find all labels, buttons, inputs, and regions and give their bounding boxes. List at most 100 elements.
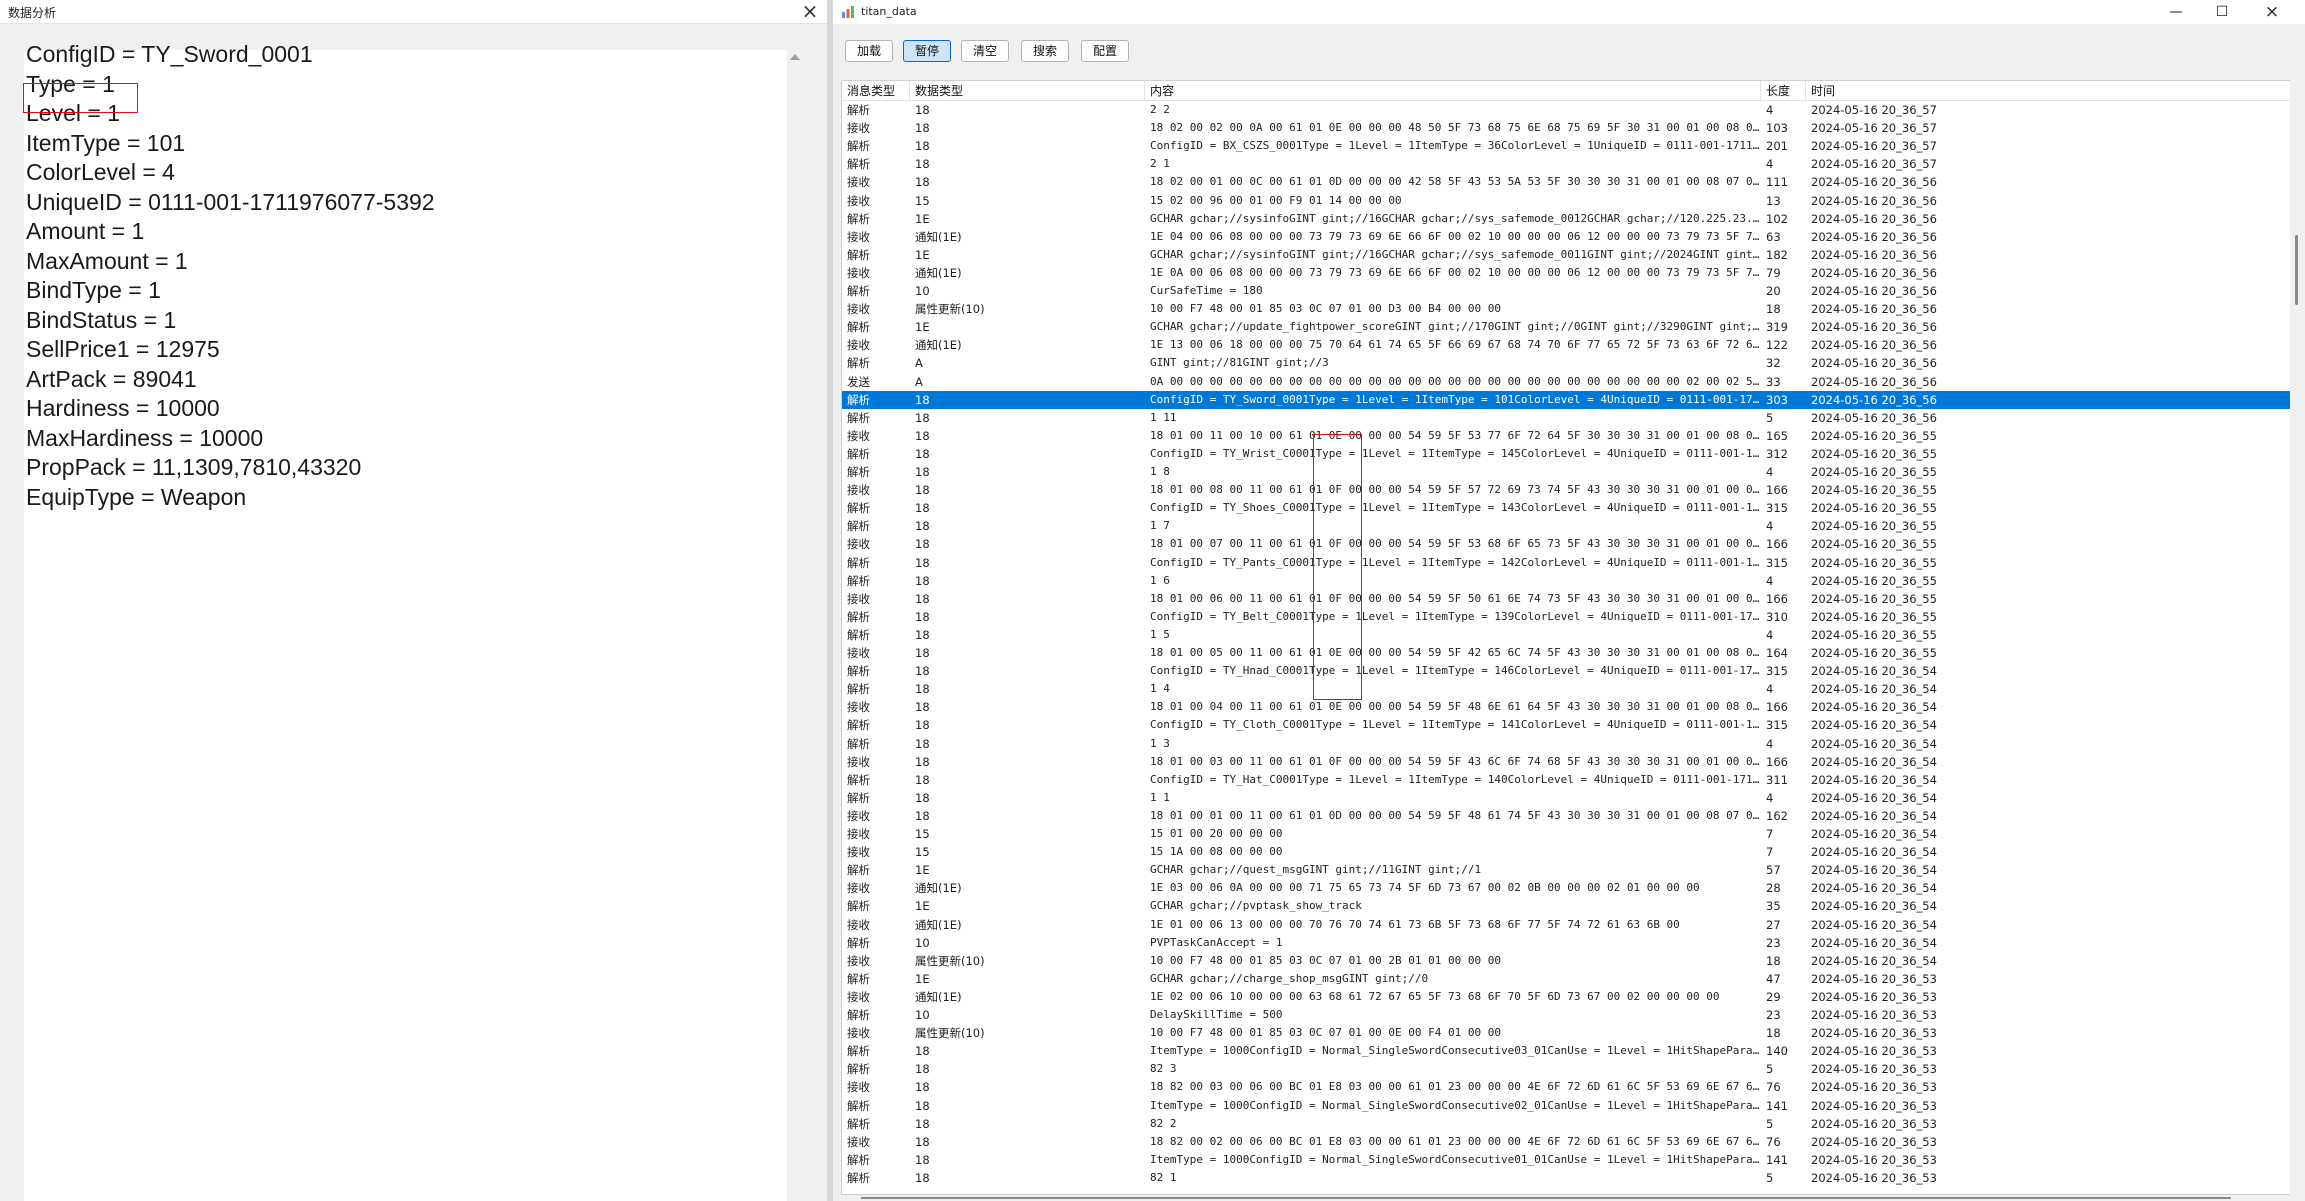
column-header-time[interactable]: 时间 [1806,81,2056,101]
close-icon[interactable]: × [2249,0,2295,24]
table-row[interactable]: 解析 1E GCHAR gchar;//charge_shop_msgGINT gi… [842,970,2296,988]
column-header-data-type[interactable]: 数据类型 [910,81,1145,101]
table-row[interactable]: 接收 通知(1E) 1E 03 00 06 0A 00 00 00 71 75 65… [842,879,2296,897]
table-row[interactable]: 接收 通知(1E) 1E 0A 00 06 08 00 00 00 73 79 73… [842,264,2296,282]
table-vertical-scrollbar[interactable] [2290,80,2305,1195]
table-row[interactable]: 接收 通知(1E) 1E 01 00 06 13 00 00 00 70 76 70… [842,916,2296,934]
cell-msg-type: 接收 [847,537,870,552]
table-row[interactable]: 解析 18 ConfigID = TY_Pants_C0001Type = 1Lev… [842,554,2296,572]
table-row[interactable]: 解析 18 ItemType = 1000ConfigID = Normal_Sin… [842,1097,2296,1115]
table-row[interactable]: 接收 18 18 01 00 08 00 11 00 61 01 0F 00 00 … [842,481,2296,499]
cell-length: 57 [1766,863,1781,878]
table-row[interactable]: 解析 18 ItemType = 1000ConfigID = Normal_Sin… [842,1151,2296,1169]
table-row[interactable]: 解析 18 2 1 4 2024-05-16 20_36_57 [842,155,2296,173]
load-button[interactable]: 加载 [845,40,893,62]
cell-msg-type: 解析 [847,1098,870,1113]
table-row[interactable]: 解析 18 1 8 4 2024-05-16 20_36_55 [842,463,2296,481]
table-row[interactable]: 解析 18 ConfigID = TY_Cloth_C0001Type = 1Lev… [842,716,2296,734]
cell-content: ItemType = 1000ConfigID = Normal_SingleS… [1150,1152,1761,1166]
cell-msg-type: 解析 [847,1170,870,1185]
table-row[interactable]: 解析 1E GCHAR gchar;//sysinfoGINT gint;//16G… [842,246,2296,264]
table-row[interactable]: 解析 18 1 4 4 2024-05-16 20_36_54 [842,680,2296,698]
cell-length: 4 [1766,573,1774,588]
column-header-msg-type[interactable]: 消息类型 [842,81,910,101]
cell-time: 2024-05-16 20_36_53 [1811,1062,1937,1077]
table-row[interactable]: 解析 18 ConfigID = TY_Belt_C0001Type = 1Leve… [842,608,2296,626]
table-row[interactable]: 接收 属性更新(10) 10 00 F7 48 00 01 85 03 0C 07 … [842,300,2296,318]
table-row[interactable]: 解析 18 1 11 5 2024-05-16 20_36_56 [842,409,2296,427]
table-row[interactable]: 接收 18 18 02 00 01 00 0C 00 61 01 0D 00 00 … [842,173,2296,191]
table-row[interactable]: 接收 通知(1E) 1E 02 00 06 10 00 00 00 63 68 61… [842,988,2296,1006]
table-row[interactable]: 接收 18 18 82 00 03 00 06 00 BC 01 E8 03 00 … [842,1078,2296,1096]
table-row[interactable]: 解析 18 1 7 4 2024-05-16 20_36_55 [842,517,2296,535]
table-row[interactable]: 接收 18 18 01 00 06 00 11 00 61 01 0F 00 00 … [842,590,2296,608]
table-row[interactable]: 解析 18 ConfigID = BX_CSZS_0001Type = 1Level… [842,137,2296,155]
cell-data-type: 18 [915,392,930,407]
property-text-area[interactable]: ConfigID = TY_Sword_0001 Type = 1 Level = … [24,41,787,1201]
minimize-icon[interactable]: — [2153,0,2199,24]
property-scrollbar[interactable] [787,50,803,1201]
table-row[interactable]: 解析 18 1 5 4 2024-05-16 20_36_55 [842,626,2296,644]
scrollbar-thumb[interactable] [2295,235,2298,305]
table-row[interactable]: 发送 A 0A 00 00 00 00 00 00 00 00 00 00 00 0… [842,373,2296,391]
table-row[interactable]: 接收 18 18 02 00 02 00 0A 00 61 01 0E 00 00 … [842,119,2296,137]
table-row[interactable]: 接收 18 18 01 00 05 00 11 00 61 01 0E 00 00 … [842,644,2296,662]
table-row[interactable]: 解析 18 ConfigID = TY_Hat_C0001Type = 1Level… [842,771,2296,789]
search-button[interactable]: 搜索 [1021,40,1069,62]
table-row[interactable]: 解析 18 ConfigID = TY_Hnad_C0001Type = 1Leve… [842,662,2296,680]
table-row[interactable]: 接收 18 18 01 00 01 00 11 00 61 01 0D 00 00 … [842,807,2296,825]
table-row[interactable]: 解析 18 ConfigID = TY_Shoes_C0001Type = 1Lev… [842,499,2296,517]
table-row[interactable]: 解析 18 ItemType = 1000ConfigID = Normal_Sin… [842,1042,2296,1060]
table-row[interactable]: 接收 属性更新(10) 10 00 F7 48 00 01 85 03 0C 07 … [842,1024,2296,1042]
table-row[interactable]: 解析 A GINT gint;//81GINT gint;//3 32 2024-05-… [842,354,2296,372]
table-row[interactable]: 接收 通知(1E) 1E 13 00 06 18 00 00 00 75 70 64… [842,336,2296,354]
cell-data-type: 18 [915,1080,930,1095]
maximize-icon[interactable]: ☐ [2199,0,2245,24]
table-row[interactable]: 接收 15 15 02 00 96 00 01 00 F9 01 14 00 00 … [842,192,2296,210]
table-row[interactable]: 解析 18 82 1 5 2024-05-16 20_36_53 [842,1169,2296,1187]
table-horizontal-scrollbar[interactable] [841,1195,2297,1201]
cell-content: 15 01 00 20 00 00 00 [1150,827,1283,840]
table-row[interactable]: 解析 18 1 3 4 2024-05-16 20_36_54 [842,735,2296,753]
table-row[interactable]: 解析 18 1 1 4 2024-05-16 20_36_54 [842,789,2296,807]
table-row[interactable]: 接收 属性更新(10) 10 00 F7 48 00 01 85 03 0C 07 … [842,952,2296,970]
table-row[interactable]: 解析 1E GCHAR gchar;//quest_msgGINT gint;//1… [842,861,2296,879]
column-header-content[interactable]: 内容 [1145,81,1761,101]
scroll-up-icon[interactable] [790,54,800,60]
table-row[interactable]: 解析 18 ConfigID = TY_Wrist_C0001Type = 1Lev… [842,445,2296,463]
cell-length: 79 [1766,265,1781,280]
property-line: ColorLevel = 4 [26,159,175,185]
table-row[interactable]: 接收 18 18 01 00 04 00 11 00 61 01 0E 00 00 … [842,698,2296,716]
table-row[interactable]: 接收 15 15 1A 00 08 00 00 00 7 2024-05-16 20_3… [842,843,2296,861]
table-row[interactable]: 解析 10 DelaySkillTime = 500 23 2024-05-16 20_… [842,1006,2296,1024]
cell-length: 4 [1766,736,1774,751]
config-button[interactable]: 配置 [1081,40,1129,62]
table-row[interactable]: 接收 18 18 01 00 03 00 11 00 61 01 0F 00 00 … [842,753,2296,771]
cell-time: 2024-05-16 20_36_56 [1811,193,1937,208]
cell-length: 311 [1766,772,1788,787]
close-icon[interactable]: × [799,0,821,24]
table-row[interactable]: 接收 通知(1E) 1E 04 00 06 08 00 00 00 73 79 73… [842,228,2296,246]
table-row[interactable]: 解析 1E GCHAR gchar;//sysinfoGINT gint;//16G… [842,210,2296,228]
table-row[interactable]: 接收 18 18 82 00 02 00 06 00 BC 01 E8 03 00 … [842,1133,2296,1151]
table-row[interactable]: 接收 18 18 01 00 07 00 11 00 61 01 0F 00 00 … [842,535,2296,553]
table-row[interactable]: 接收 18 18 01 00 11 00 10 00 61 01 0E 00 00 … [842,427,2296,445]
cell-length: 201 [1766,139,1788,154]
table-row[interactable]: 解析 1E GCHAR gchar;//pvptask_show_track 35 20… [842,897,2296,915]
table-row[interactable]: 解析 18 2 2 4 2024-05-16 20_36_57 [842,101,2296,119]
table-row[interactable]: 解析 18 82 2 5 2024-05-16 20_36_53 [842,1115,2296,1133]
cell-length: 4 [1766,790,1774,805]
table-row[interactable]: 接收 15 15 01 00 20 00 00 00 7 2024-05-16 20_3… [842,825,2296,843]
table-row[interactable]: 解析 10 CurSafeTime = 180 20 2024-05-16 20_36_… [842,282,2296,300]
scrollbar-thumb[interactable] [861,1197,2231,1199]
table-row[interactable]: 解析 10 PVPTaskCanAccept = 1 23 2024-05-16 20_… [842,934,2296,952]
table-row[interactable]: 解析 18 ConfigID = TY_Sword_0001Type = 1Leve… [842,390,2296,409]
pause-button[interactable]: 暂停 [903,40,951,62]
cell-time: 2024-05-16 20_36_54 [1811,953,1937,968]
clear-button[interactable]: 清空 [961,40,1009,62]
table-row[interactable]: 解析 18 82 3 5 2024-05-16 20_36_53 [842,1060,2296,1078]
cell-content: 1 3 [1150,736,1170,750]
column-header-length[interactable]: 长度 [1761,81,1806,101]
table-row[interactable]: 解析 18 1 6 4 2024-05-16 20_36_55 [842,572,2296,590]
table-row[interactable]: 解析 1E GCHAR gchar;//update_fightpower_scor… [842,318,2296,336]
